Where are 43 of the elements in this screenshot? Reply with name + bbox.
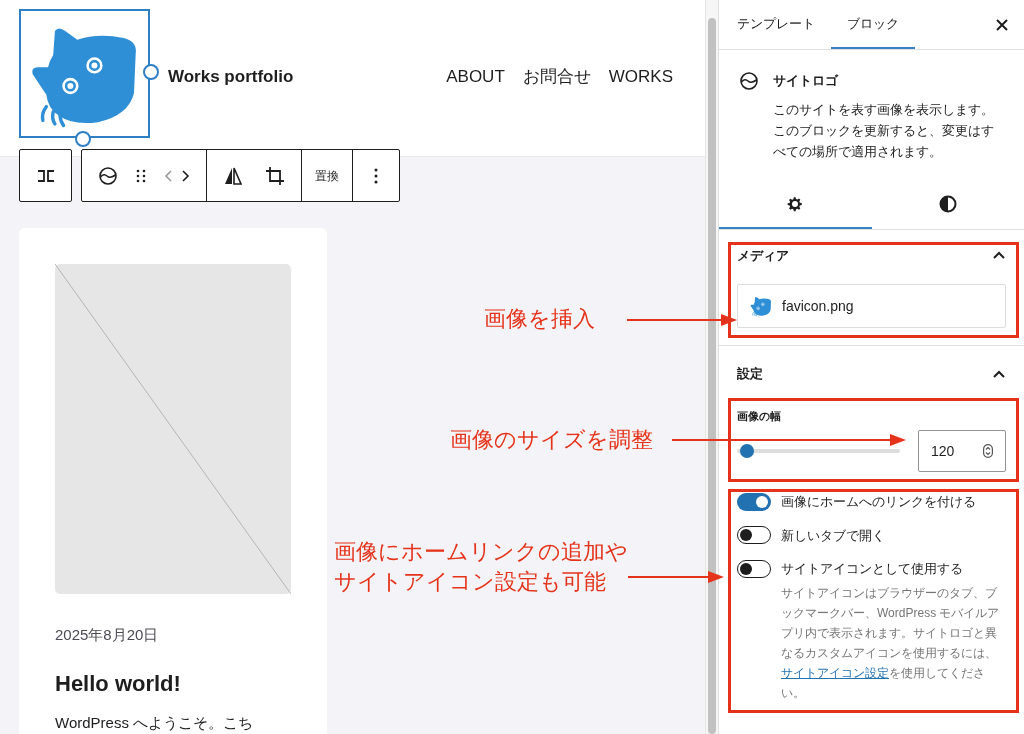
toggle-label[interactable]: 画像にホームへのリンクを付ける xyxy=(781,492,976,512)
site-logo-frame[interactable] xyxy=(19,9,150,138)
panel-title[interactable]: 設定 xyxy=(737,364,763,384)
nav-link[interactable]: お問合せ xyxy=(522,64,591,90)
toggle-switch[interactable] xyxy=(737,559,771,578)
toggle-switch[interactable] xyxy=(737,492,771,511)
drag-handle-icon[interactable] xyxy=(136,167,146,184)
post-date: 2025年8月20日 xyxy=(55,625,160,645)
contrast-icon xyxy=(938,195,957,213)
nav-link[interactable]: WORKS xyxy=(608,64,673,90)
block-name: サイトロゴ xyxy=(773,72,840,90)
help-text: サイトアイコンはブラウザーのタブ、ブックマークバー、WordPress モバイルアプリ内で表示されます。サイトロゴと異なるカスタムアイコンを使用するには、 サイトアイコン設定を使用してください。 xyxy=(781,584,1001,702)
toggle-label[interactable]: 新しいタブで開く xyxy=(781,525,885,545)
file-thumbnail-icon xyxy=(750,295,772,317)
more-options-icon[interactable] xyxy=(374,167,378,184)
spinner-icon[interactable] xyxy=(983,444,993,458)
toggle-switch[interactable] xyxy=(737,526,771,545)
resize-handle[interactable] xyxy=(75,131,91,147)
crop-icon[interactable] xyxy=(265,165,285,186)
site-icon-settings-link[interactable]: サイトアイコン設定 xyxy=(781,665,889,680)
scrollbar[interactable] xyxy=(705,0,718,734)
width-input[interactable]: 120 xyxy=(918,430,1006,472)
nav-link[interactable]: ABOUT xyxy=(446,64,505,90)
sidebar-tab[interactable]: テンプレート xyxy=(721,0,831,49)
sidebar-tab[interactable]: ブロック xyxy=(831,0,915,49)
replace-button[interactable]: 置換 xyxy=(302,150,353,201)
settings-icon xyxy=(786,195,805,213)
resize-handle[interactable] xyxy=(143,64,159,80)
flip-icon[interactable] xyxy=(223,165,243,186)
post-excerpt: WordPress へようこそ。こち xyxy=(55,712,255,733)
post-title[interactable]: Hello world! xyxy=(55,666,291,700)
parent-block-icon[interactable] xyxy=(35,169,56,182)
media-file-button[interactable]: favicon.png xyxy=(737,284,1006,328)
close-icon[interactable] xyxy=(996,18,1008,31)
panel-title[interactable]: メディア xyxy=(737,245,789,265)
site-title[interactable]: Works portfolio xyxy=(168,64,294,90)
site-logo-icon xyxy=(98,165,118,186)
block-description: このサイトを表す画像を表示します。このブロックを更新すると、変更はすべての場所で適用されます。 xyxy=(773,100,995,161)
field-label: 画像の幅 xyxy=(737,408,782,424)
slider-thumb[interactable] xyxy=(739,444,754,458)
toggle-label[interactable]: サイトアイコンとして使用する xyxy=(781,559,963,579)
site-logo-icon xyxy=(739,71,759,91)
width-slider[interactable] xyxy=(737,444,900,458)
